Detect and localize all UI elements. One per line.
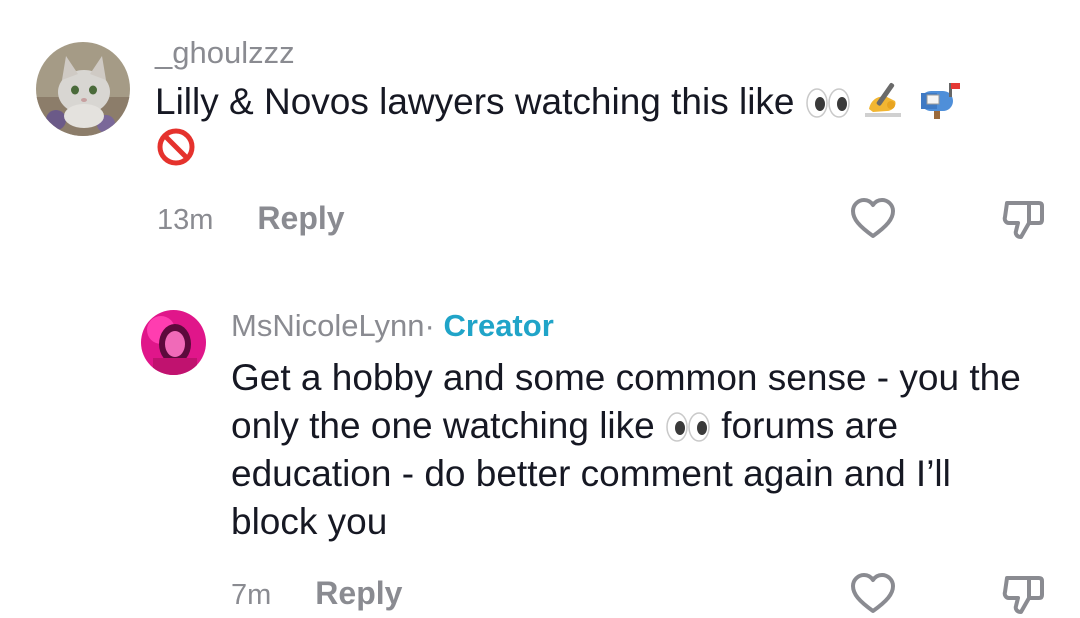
comment-text: Lilly & Novos lawyers watching this like (155, 78, 1035, 175)
reply-button[interactable]: Reply (315, 575, 402, 612)
profile-avatar-image (141, 310, 206, 375)
comment-timestamp: 13m (157, 204, 214, 236)
thumbs-down-icon (1002, 201, 1044, 239)
comment-text: Get a hobby and some common sense - you … (231, 354, 1036, 546)
writing-hand-emoji (861, 79, 907, 119)
comment-text-part1: Get a hobby and some common sense - you … (231, 357, 1021, 446)
comment-meta: 7m Reply (231, 575, 402, 612)
comment-text-body: Lilly & Novos lawyers watching this like (155, 81, 795, 122)
heart-icon (851, 198, 895, 238)
comment-username[interactable]: _ghoulzzz (155, 35, 295, 71)
like-button[interactable] (849, 195, 897, 243)
comment-item: _ghoulzzz Lilly & Novos lawyers watching… (0, 0, 1080, 280)
comment-username-row: MsNicoleLynn· Creator (231, 308, 554, 344)
reply-comment-item: MsNicoleLynn· Creator Get a hobby and so… (0, 280, 1080, 617)
avatar[interactable] (141, 310, 206, 375)
separator-dot: · (424, 308, 435, 343)
creator-badge: Creator (443, 308, 554, 343)
dislike-button[interactable] (999, 195, 1047, 243)
comment-username[interactable]: MsNicoleLynn (231, 308, 425, 343)
comment-timestamp: 7m (231, 579, 272, 611)
heart-icon (851, 573, 895, 613)
thumbs-down-icon (1002, 576, 1044, 614)
eyes-emoji (665, 411, 711, 443)
prohibited-emoji (155, 126, 197, 168)
mailbox-emoji (917, 79, 963, 119)
eyes-emoji (805, 87, 851, 119)
comment-meta: 13m Reply (157, 200, 345, 237)
cat-avatar-image (36, 42, 130, 136)
avatar[interactable] (36, 42, 130, 136)
reply-button[interactable]: Reply (257, 200, 344, 237)
like-button[interactable] (849, 570, 897, 618)
dislike-button[interactable] (999, 570, 1047, 618)
